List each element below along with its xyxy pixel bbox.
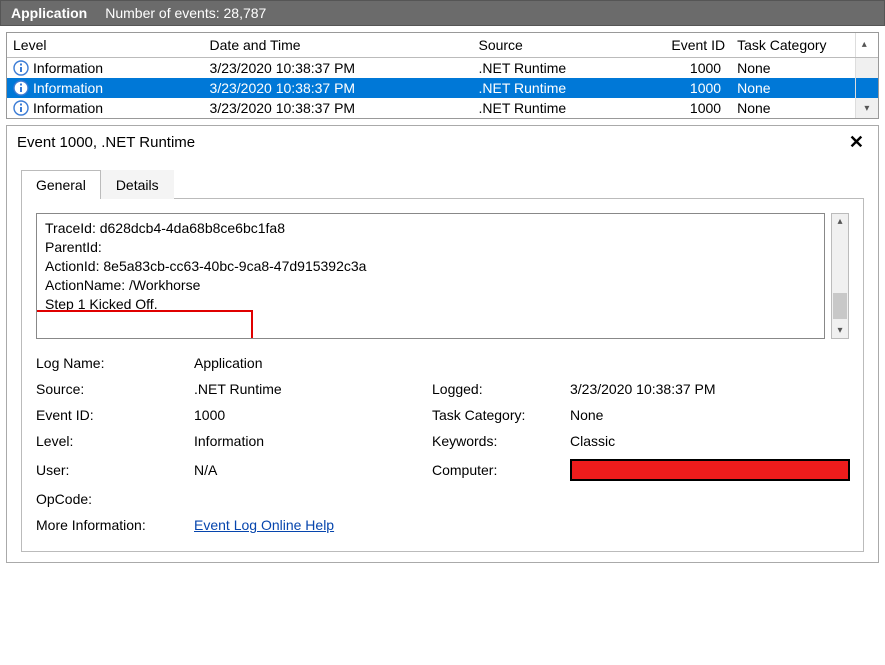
scroll-thumb[interactable] [833, 293, 847, 319]
col-header-date[interactable]: Date and Time [204, 33, 473, 58]
highlight-box [36, 310, 253, 339]
cell-eventid: 1000 [648, 58, 731, 79]
tab-general[interactable]: General [21, 170, 101, 199]
cell-taskcat: None [731, 98, 855, 118]
close-icon[interactable]: ✕ [845, 132, 868, 153]
cell-date: 3/23/2020 10:38:37 PM [204, 78, 473, 98]
cell-taskcat: None [731, 78, 855, 98]
col-header-level[interactable]: Level [7, 33, 204, 58]
cell-source: .NET Runtime [472, 58, 648, 79]
app-name: Application [11, 5, 87, 21]
cell-source: .NET Runtime [472, 78, 648, 98]
value-source: .NET Runtime [194, 381, 424, 397]
col-header-taskcat[interactable]: Task Category [731, 33, 855, 58]
fields-grid: Log Name: Application Source: .NET Runti… [36, 355, 849, 533]
label-computer: Computer: [432, 462, 562, 478]
label-opcode: OpCode: [36, 491, 186, 507]
chevron-down-icon: ▾ [837, 323, 842, 338]
cell-date: 3/23/2020 10:38:37 PM [204, 58, 473, 79]
list-scroll-cell[interactable] [855, 58, 878, 79]
tab-details[interactable]: Details [101, 170, 174, 199]
more-info-link[interactable]: Event Log Online Help [194, 517, 334, 533]
table-row[interactable]: Information 3/23/2020 10:38:37 PM.NET Run… [7, 78, 878, 98]
tab-content-general: TraceId: d628dcb4-4da68b8ce6bc1fa8 Paren… [21, 199, 864, 552]
event-table: Level Date and Time Source Event ID Task… [7, 33, 878, 118]
list-scroll-up[interactable]: ▴ [855, 33, 878, 58]
msg-parentid: ParentId: [45, 238, 816, 257]
value-level: Information [194, 433, 424, 449]
events-count: Number of events: 28,787 [105, 5, 266, 21]
msg-traceid: TraceId: d628dcb4-4da68b8ce6bc1fa8 [45, 219, 816, 238]
table-header-row: Level Date and Time Source Event ID Task… [7, 33, 878, 58]
message-box[interactable]: TraceId: d628dcb4-4da68b8ce6bc1fa8 Paren… [36, 213, 825, 339]
details-header: Event 1000, .NET Runtime ✕ [7, 126, 878, 159]
details-title: Event 1000, .NET Runtime [17, 134, 195, 151]
chevron-up-icon: ▴ [837, 214, 842, 229]
label-source: Source: [36, 381, 186, 397]
value-computer [570, 459, 850, 481]
value-keywords: Classic [570, 433, 850, 449]
level-text: Information [33, 80, 103, 96]
table-row[interactable]: Information 3/23/2020 10:38:37 PM.NET Run… [7, 58, 878, 79]
message-scrollbar[interactable]: ▴ ▾ [831, 213, 849, 339]
table-row[interactable]: Information 3/23/2020 10:38:37 PM.NET Run… [7, 98, 878, 118]
cell-date: 3/23/2020 10:38:37 PM [204, 98, 473, 118]
level-text: Information [33, 60, 103, 76]
details-panel: Event 1000, .NET Runtime ✕ General Detai… [6, 125, 879, 563]
chevron-up-icon: ▴ [862, 37, 872, 52]
value-logged: 3/23/2020 10:38:37 PM [570, 381, 850, 397]
value-user: N/A [194, 462, 424, 478]
col-header-source[interactable]: Source [472, 33, 648, 58]
msg-step1: Step 1 Kicked Off. [45, 295, 816, 314]
value-logname: Application [194, 355, 850, 371]
chevron-down-icon: ▾ [862, 101, 872, 116]
label-logname: Log Name: [36, 355, 186, 371]
level-text: Information [33, 100, 103, 116]
list-scroll-cell[interactable]: ▾ [855, 98, 878, 118]
message-box-wrap: TraceId: d628dcb4-4da68b8ce6bc1fa8 Paren… [36, 213, 849, 339]
label-moreinfo: More Information: [36, 517, 186, 533]
cell-taskcat: None [731, 58, 855, 79]
cell-eventid: 1000 [648, 78, 731, 98]
event-list: Level Date and Time Source Event ID Task… [6, 32, 879, 119]
label-user: User: [36, 462, 186, 478]
info-icon [13, 60, 29, 76]
tabs-wrap: General Details [7, 159, 878, 199]
value-taskcat: None [570, 407, 850, 423]
info-icon [13, 100, 29, 116]
label-eventid: Event ID: [36, 407, 186, 423]
value-moreinfo: Event Log Online Help [194, 517, 850, 533]
msg-actionname: ActionName: /Workhorse [45, 276, 816, 295]
msg-actionid: ActionId: 8e5a83cb-cc63-40bc-9ca8-47d915… [45, 257, 816, 276]
cell-eventid: 1000 [648, 98, 731, 118]
list-scroll-cell[interactable] [855, 78, 878, 98]
col-header-eventid[interactable]: Event ID [648, 33, 731, 58]
redacted-box [570, 459, 850, 481]
header-bar: Application Number of events: 28,787 [0, 0, 885, 26]
label-taskcat: Task Category: [432, 407, 562, 423]
tabs: General Details [21, 169, 864, 199]
label-keywords: Keywords: [432, 433, 562, 449]
label-level: Level: [36, 433, 186, 449]
value-eventid: 1000 [194, 407, 424, 423]
label-logged: Logged: [432, 381, 562, 397]
info-icon [13, 80, 29, 96]
cell-source: .NET Runtime [472, 98, 648, 118]
